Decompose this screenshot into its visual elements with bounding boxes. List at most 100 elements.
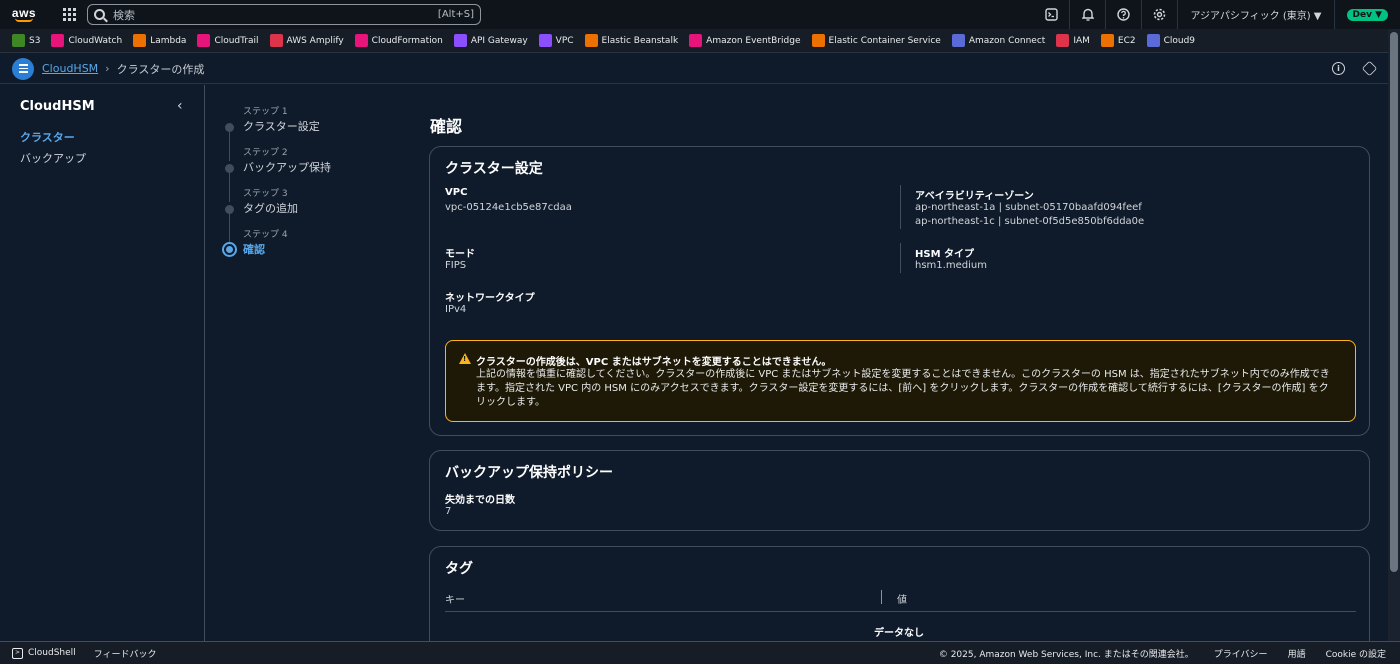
favorite-cloudwatch[interactable]: CloudWatch — [51, 34, 122, 47]
favorite-elastic-container-service[interactable]: Elastic Container Service — [811, 34, 941, 47]
sidebar-item-backups[interactable]: バックアップ — [20, 150, 86, 166]
backup-retention-card: バックアップ保持ポリシー 失効までの日数 7 — [429, 450, 1370, 531]
favorite-label: Elastic Beanstalk — [601, 35, 679, 46]
table-header-line — [445, 611, 1356, 612]
step-name: タグの追加 — [243, 202, 298, 215]
breadcrumb-cloudhsm-link[interactable]: CloudHSM — [42, 62, 98, 75]
footer: > CloudShell フィードバック © 2025, Amazon Web … — [0, 641, 1400, 664]
favorite-s3[interactable]: S3 — [12, 34, 40, 47]
page-title: 確認 — [430, 117, 463, 136]
tags-title: タグ — [445, 561, 473, 577]
az-value-2: ap-northeast-1c | subnet-0f5d5e850bf6dda… — [915, 216, 1145, 227]
top-navigation: aws 検索 [Alt+S] アジアパシフィック (東京) ▼ Dev ▼ — [0, 0, 1400, 29]
tags-column-key[interactable]: キー — [445, 591, 465, 606]
step-label: ステップ 2 — [243, 148, 288, 158]
connect-icon — [951, 34, 965, 47]
cloud9-icon — [1146, 34, 1160, 47]
warning-alert: クラスターの作成後は、VPC またはサブネットを変更することはできません。 上記… — [445, 340, 1356, 422]
cluster-settings-card: クラスター設定 VPC vpc-05124e1cb5e87cdaa アベイラビリ… — [429, 146, 1370, 436]
favorite-amazon-connect[interactable]: Amazon Connect — [951, 34, 1045, 47]
step-label: ステップ 4 — [243, 230, 288, 240]
backup-retention-title: バックアップ保持ポリシー — [445, 465, 613, 481]
hsm-type-key: HSM タイプ — [915, 249, 975, 260]
amplify-icon — [269, 34, 283, 47]
favorite-amazon-eventbridge[interactable]: Amazon EventBridge — [689, 34, 801, 47]
aws-logo[interactable]: aws — [4, 0, 44, 29]
footer-privacy-link[interactable]: プライバシー — [1214, 647, 1268, 660]
sidebar: CloudHSM ‹ クラスター バックアップ — [0, 85, 205, 641]
step-active-dot-icon — [222, 242, 237, 257]
favorite-label: Amazon EventBridge — [706, 35, 801, 46]
tags-column-value[interactable]: 値 — [897, 591, 907, 606]
scrollbar-thumb[interactable] — [1390, 32, 1398, 572]
favorite-vpc[interactable]: VPC — [538, 34, 574, 47]
page-scrollbar[interactable] — [1388, 29, 1400, 641]
cloudformation-icon — [354, 34, 368, 47]
info-icon[interactable]: i — [1332, 62, 1345, 75]
notifications-bell-icon[interactable] — [1070, 0, 1107, 29]
search-placeholder: 検索 — [113, 8, 135, 22]
favorite-iam[interactable]: IAM — [1056, 34, 1090, 47]
eventbridge-icon — [689, 34, 703, 47]
vpc-key: VPC — [445, 187, 468, 198]
api-gateway-icon — [453, 34, 467, 47]
search-input[interactable]: 検索 [Alt+S] — [87, 4, 481, 25]
footer-cookies-link[interactable]: Cookie の設定 — [1326, 647, 1386, 660]
step-connector — [229, 173, 230, 202]
vpc-icon — [538, 34, 552, 47]
footer-cloudshell-link[interactable]: CloudShell — [28, 648, 76, 658]
favorite-cloudtrail[interactable]: CloudTrail — [197, 34, 259, 47]
account-menu-badge[interactable]: Dev ▼ — [1346, 8, 1388, 21]
favorite-aws-amplify[interactable]: AWS Amplify — [269, 34, 344, 47]
favorites-bar: S3 CloudWatch Lambda CloudTrail AWS Amplify C… — [0, 29, 1388, 53]
step-name: クラスター設定 — [243, 120, 320, 133]
column-divider — [881, 590, 882, 604]
mode-key: モード — [445, 249, 475, 260]
menu-hamburger-icon[interactable] — [12, 57, 34, 80]
favorite-label: IAM — [1073, 35, 1090, 46]
footer-terms-link[interactable]: 用語 — [1288, 647, 1306, 660]
favorite-label: VPC — [555, 35, 574, 46]
footer-feedback-link[interactable]: フィードバック — [94, 647, 157, 660]
sidebar-item-clusters[interactable]: クラスター — [20, 129, 75, 145]
az-key: アベイラビリティーゾーン — [915, 191, 1034, 202]
aws-logo-text: aws — [11, 5, 37, 20]
favorite-cloud9[interactable]: Cloud9 — [1146, 34, 1195, 47]
help-icon[interactable] — [1106, 0, 1143, 29]
sidebar-title: CloudHSM — [20, 99, 95, 114]
favorite-label: Elastic Container Service — [828, 35, 941, 46]
services-grid-icon[interactable] — [59, 5, 79, 25]
favorite-api-gateway[interactable]: API Gateway — [453, 34, 528, 47]
favorite-label: EC2 — [1117, 35, 1136, 46]
region-selector[interactable]: アジアパシフィック (東京) ▼ — [1178, 0, 1335, 29]
cloudwatch-icon — [51, 34, 65, 47]
footer-copyright: © 2025, Amazon Web Services, Inc. またはその関… — [938, 649, 1194, 660]
ecs-icon — [811, 34, 825, 47]
settings-gear-icon[interactable] — [1142, 0, 1179, 29]
ec2-icon — [1100, 34, 1114, 47]
step-name: バックアップ保持 — [243, 161, 331, 174]
favorite-lambda[interactable]: Lambda — [133, 34, 186, 47]
days-to-expiry-value: 7 — [445, 506, 452, 517]
favorite-elastic-beanstalk[interactable]: Elastic Beanstalk — [584, 34, 679, 47]
favorite-cloudformation[interactable]: CloudFormation — [354, 34, 443, 47]
tags-empty-state: データなし — [874, 628, 924, 639]
step-dot-icon — [225, 164, 234, 173]
cloudtrail-icon — [197, 34, 211, 47]
sidebar-close-chevron-icon[interactable]: ‹ — [177, 98, 183, 114]
favorite-label: CloudWatch — [68, 35, 123, 46]
search-icon — [94, 9, 105, 20]
step-dot-icon — [225, 123, 234, 132]
cloudshell-icon[interactable] — [1034, 0, 1071, 29]
favorite-label: API Gateway — [470, 35, 528, 46]
favorite-label: Lambda — [150, 35, 187, 46]
cloudshell-footer-icon: > — [12, 647, 23, 659]
breadcrumb-current: クラスターの作成 — [116, 62, 205, 76]
column-divider — [900, 185, 901, 229]
favorite-label: S3 — [29, 35, 41, 46]
step-label: ステップ 1 — [243, 107, 288, 117]
hexagon-icon[interactable] — [1361, 60, 1378, 77]
search-shortcut: [Alt+S] — [437, 9, 474, 20]
favorite-ec2[interactable]: EC2 — [1100, 34, 1136, 47]
iam-icon — [1056, 34, 1070, 47]
